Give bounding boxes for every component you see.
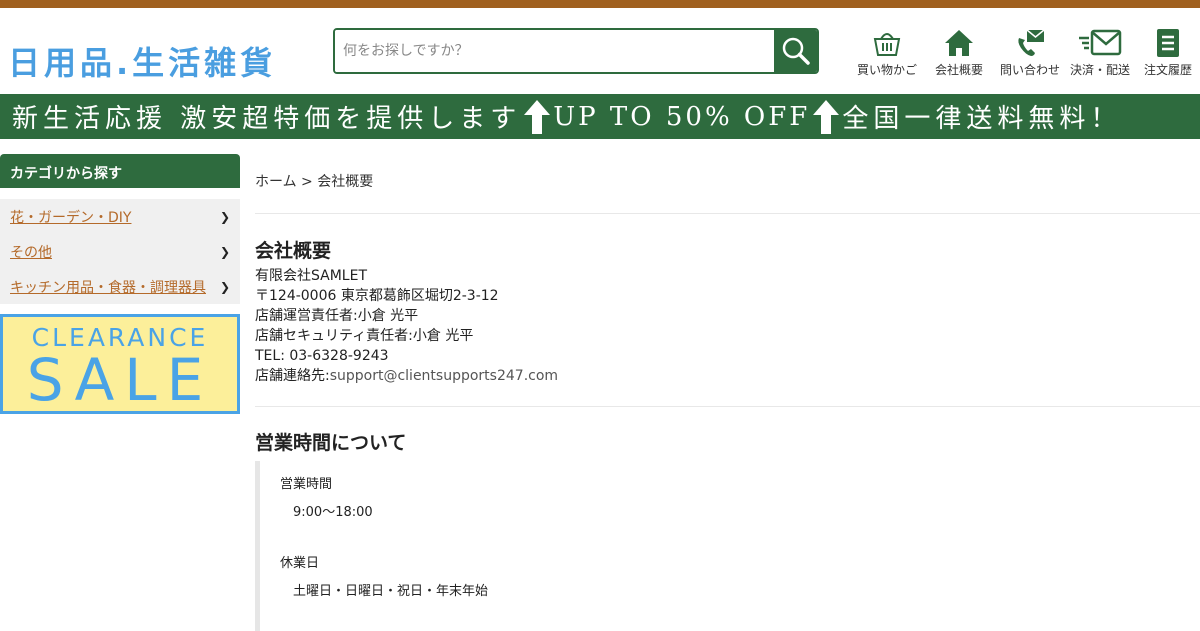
document-icon xyxy=(1157,29,1179,57)
nav-order-history-label: 注文履歴 xyxy=(1143,63,1192,77)
phone-mail-icon xyxy=(1018,29,1045,56)
company-info: 有限会社SAMLET 〒124-0006 東京都葛飾区堀切2-3-12 店舗運営… xyxy=(255,266,1200,386)
sidebar: カテゴリから探す 花・ガーデン・DIY ❯ その他 ❯ キッチン用品・食器・調理… xyxy=(0,154,240,414)
hours-block: 営業時間 9:00～18:00 休業日 土曜日・日曜日・祝日・年末年始 xyxy=(255,461,1200,631)
banner-text-1: 新生活応援 激安超特価を提供します xyxy=(12,104,522,134)
breadcrumb-current: > 会社概要 xyxy=(296,174,374,190)
hours-title: 営業時間について xyxy=(255,432,407,454)
search-button[interactable] xyxy=(774,30,817,72)
nav-cart[interactable]: 買い物かご xyxy=(855,28,919,78)
nav-order-history[interactable]: 注文履歴 xyxy=(1141,28,1195,78)
clearance-sale-banner[interactable]: CLEARANCE SALE xyxy=(0,314,240,414)
company-address: 〒124-0006 東京都葛飾区堀切2-3-12 xyxy=(255,288,499,304)
banner-text-2: UP TO 50% OFF xyxy=(553,101,811,132)
contact-email[interactable]: support@clientsupports247.com xyxy=(330,368,558,384)
open-hours-value: 9:00～18:00 xyxy=(293,505,373,520)
nav-company[interactable]: 会社概要 xyxy=(927,28,991,78)
up-arrow-icon xyxy=(524,99,551,134)
category-link[interactable]: キッチン用品・食器・調理器具 xyxy=(10,277,206,297)
sidebar-heading: カテゴリから探す xyxy=(0,154,240,188)
promo-banner: 新生活応援 激安超特価を提供します UP TO 50% OFF 全国一律送料無料… xyxy=(0,94,1200,139)
main-content: ホーム > 会社概要 会社概要 有限会社SAMLET 〒124-0006 東京都… xyxy=(255,154,1200,631)
nav-payment-shipping-label: 決済・配送 xyxy=(1069,63,1130,77)
up-arrow-icon xyxy=(813,99,840,134)
nav-payment-shipping[interactable]: 決済・配送 xyxy=(1067,28,1133,78)
chevron-right-icon: ❯ xyxy=(219,209,230,224)
search-icon xyxy=(782,37,810,65)
home-icon xyxy=(945,30,973,56)
search-input[interactable] xyxy=(335,30,774,72)
nav-contact-label: 問い合わせ xyxy=(999,63,1060,77)
closed-days-value: 土曜日・日曜日・祝日・年末年始 xyxy=(293,584,489,599)
chevron-right-icon: ❯ xyxy=(219,279,230,294)
nav-cart-label: 買い物かご xyxy=(856,63,917,77)
nav-contact[interactable]: 問い合わせ xyxy=(997,28,1063,78)
category-item-garden-diy[interactable]: 花・ガーデン・DIY ❯ xyxy=(0,199,240,234)
category-list: 花・ガーデン・DIY ❯ その他 ❯ キッチン用品・食器・調理器具 ❯ xyxy=(0,199,240,304)
category-item-kitchen[interactable]: キッチン用品・食器・調理器具 ❯ xyxy=(0,269,240,304)
site-header: 日用品.生活雑貨 買い物かご 会社概要 xyxy=(0,8,1200,94)
chevron-right-icon: ❯ xyxy=(219,244,230,259)
section-divider xyxy=(255,406,1200,407)
breadcrumb: ホーム > 会社概要 xyxy=(255,154,1200,214)
category-item-other[interactable]: その他 ❯ xyxy=(0,234,240,269)
closed-days-label: 休業日 xyxy=(280,556,320,571)
fast-mail-icon xyxy=(1079,29,1122,56)
company-manager: 店舗運営責任者:小倉 光平 xyxy=(255,308,419,324)
company-security: 店舗セキュリティ責任者:小倉 光平 xyxy=(255,328,474,344)
company-name: 有限会社SAMLET xyxy=(255,268,367,284)
basket-icon xyxy=(873,33,901,56)
top-accent-bar xyxy=(0,0,1200,8)
header-nav: 買い物かご 会社概要 問い合わせ 決済・配送 注文履歴 xyxy=(855,28,1195,78)
breadcrumb-home[interactable]: ホーム xyxy=(255,174,297,190)
company-contact: 店舗連絡先:support@clientsupports247.com xyxy=(255,366,1200,386)
nav-company-label: 会社概要 xyxy=(934,63,983,77)
contact-label: 店舗連絡先: xyxy=(255,368,330,384)
open-hours-label: 営業時間 xyxy=(280,477,333,492)
banner-text-3: 全国一律送料無料！ xyxy=(842,104,1122,134)
sale-line-2: SALE xyxy=(26,346,214,414)
company-title: 会社概要 xyxy=(255,240,332,262)
category-link[interactable]: その他 xyxy=(10,242,52,262)
company-tel: TEL: 03-6328-9243 xyxy=(255,348,389,364)
category-link[interactable]: 花・ガーデン・DIY xyxy=(10,207,131,227)
search-bar xyxy=(333,28,819,74)
site-logo[interactable]: 日用品.生活雑貨 xyxy=(8,38,276,84)
